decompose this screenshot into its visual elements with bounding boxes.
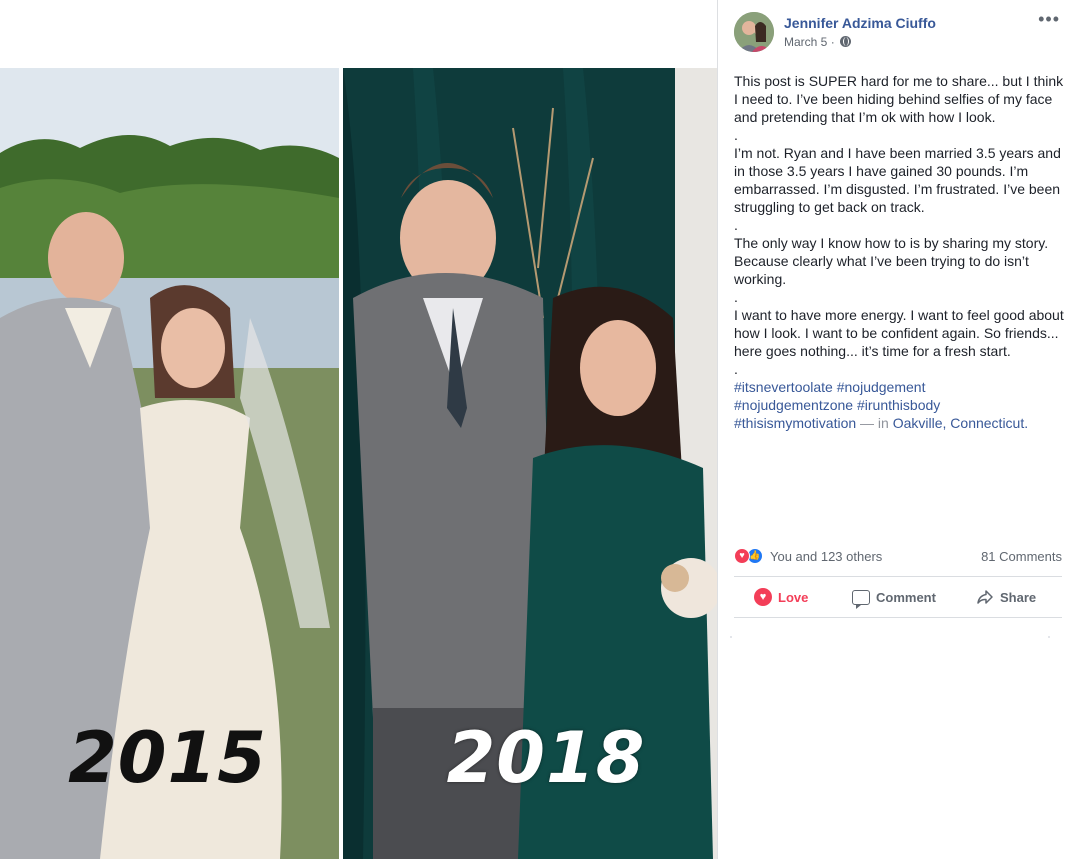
post-paragraph: This post is SUPER hard for me to share.… — [734, 73, 1064, 125]
avatar-image — [734, 12, 774, 52]
post-paragraph: I’m not. Ryan and I have been married 3.… — [734, 145, 1061, 215]
comment-button[interactable]: Comment — [852, 581, 936, 613]
hashtag-line: #itsnevertoolate #nojudgement #nojudgeme… — [734, 378, 1064, 432]
post-paragraph: . — [734, 217, 738, 233]
comment-button-label: Comment — [876, 589, 936, 605]
location-link[interactable]: Oakville, Connecticut. — [893, 415, 1028, 431]
hashtag-link[interactable]: #itsnevertoolate — [734, 379, 833, 395]
actions-top-divider — [734, 576, 1062, 577]
actions-bottom-divider — [734, 617, 1062, 618]
post-actions: ♥ Love Comment Share — [734, 581, 1062, 613]
photo-2018: 2018 — [343, 68, 717, 859]
reaction-icons[interactable]: ♥ 👍 — [734, 548, 768, 564]
post-paragraph: . — [734, 289, 738, 305]
photo-caption-2015: 2015 — [68, 717, 267, 799]
reactions-summary: ♥ 👍 You and 123 others 81 Comments — [734, 546, 1062, 566]
reactions-text[interactable]: You and 123 others — [770, 549, 882, 564]
author-name[interactable]: Jennifer Adzima Ciuffo — [784, 15, 936, 31]
comments-area — [718, 620, 1070, 859]
share-button-label: Share — [1000, 589, 1037, 605]
hashtag-link[interactable]: #irunthisbody — [857, 397, 940, 413]
love-button-label: Love — [778, 589, 809, 605]
post-date[interactable]: March 5 — [784, 35, 827, 49]
comment-icon — [852, 589, 870, 609]
hashtag-link[interactable]: #thisismymotivation — [734, 415, 856, 431]
avatar[interactable] — [734, 12, 774, 52]
location-separator: — in — [856, 415, 893, 431]
comments-count[interactable]: 81 Comments — [981, 549, 1062, 564]
post-paragraph: . — [734, 127, 738, 143]
date-separator: · — [827, 35, 839, 49]
post-panel: Jennifer Adzima Ciuffo March 5 · ••• Thi… — [718, 0, 1070, 859]
heart-icon: ♥ — [754, 588, 772, 606]
post-body: This post is SUPER hard for me to share.… — [734, 72, 1064, 432]
photo-caption-2018: 2018 — [446, 717, 646, 799]
photo-2015: 2015 — [0, 68, 339, 859]
post-paragraph: The only way I know how to is by sharing… — [734, 235, 1049, 287]
post-paragraph: . — [734, 361, 738, 377]
share-button[interactable]: Share — [976, 581, 1036, 613]
placeholder-dot — [730, 636, 732, 638]
love-button[interactable]: ♥ Love — [754, 581, 808, 613]
hashtag-link[interactable]: #nojudgementzone — [734, 397, 853, 413]
post-paragraph: I want to have more energy. I want to fe… — [734, 307, 1064, 359]
post-photo[interactable]: 2015 2018 — [0, 0, 717, 859]
share-icon — [977, 590, 993, 604]
post-header: Jennifer Adzima Ciuffo March 5 · ••• — [734, 10, 1060, 52]
more-icon[interactable]: ••• — [1038, 10, 1060, 28]
post-meta: March 5 · — [784, 35, 852, 49]
placeholder-dot — [1048, 636, 1050, 638]
love-reaction-icon: ♥ — [734, 548, 750, 564]
hashtag-link[interactable]: #nojudgement — [837, 379, 926, 395]
globe-icon[interactable] — [840, 36, 852, 47]
